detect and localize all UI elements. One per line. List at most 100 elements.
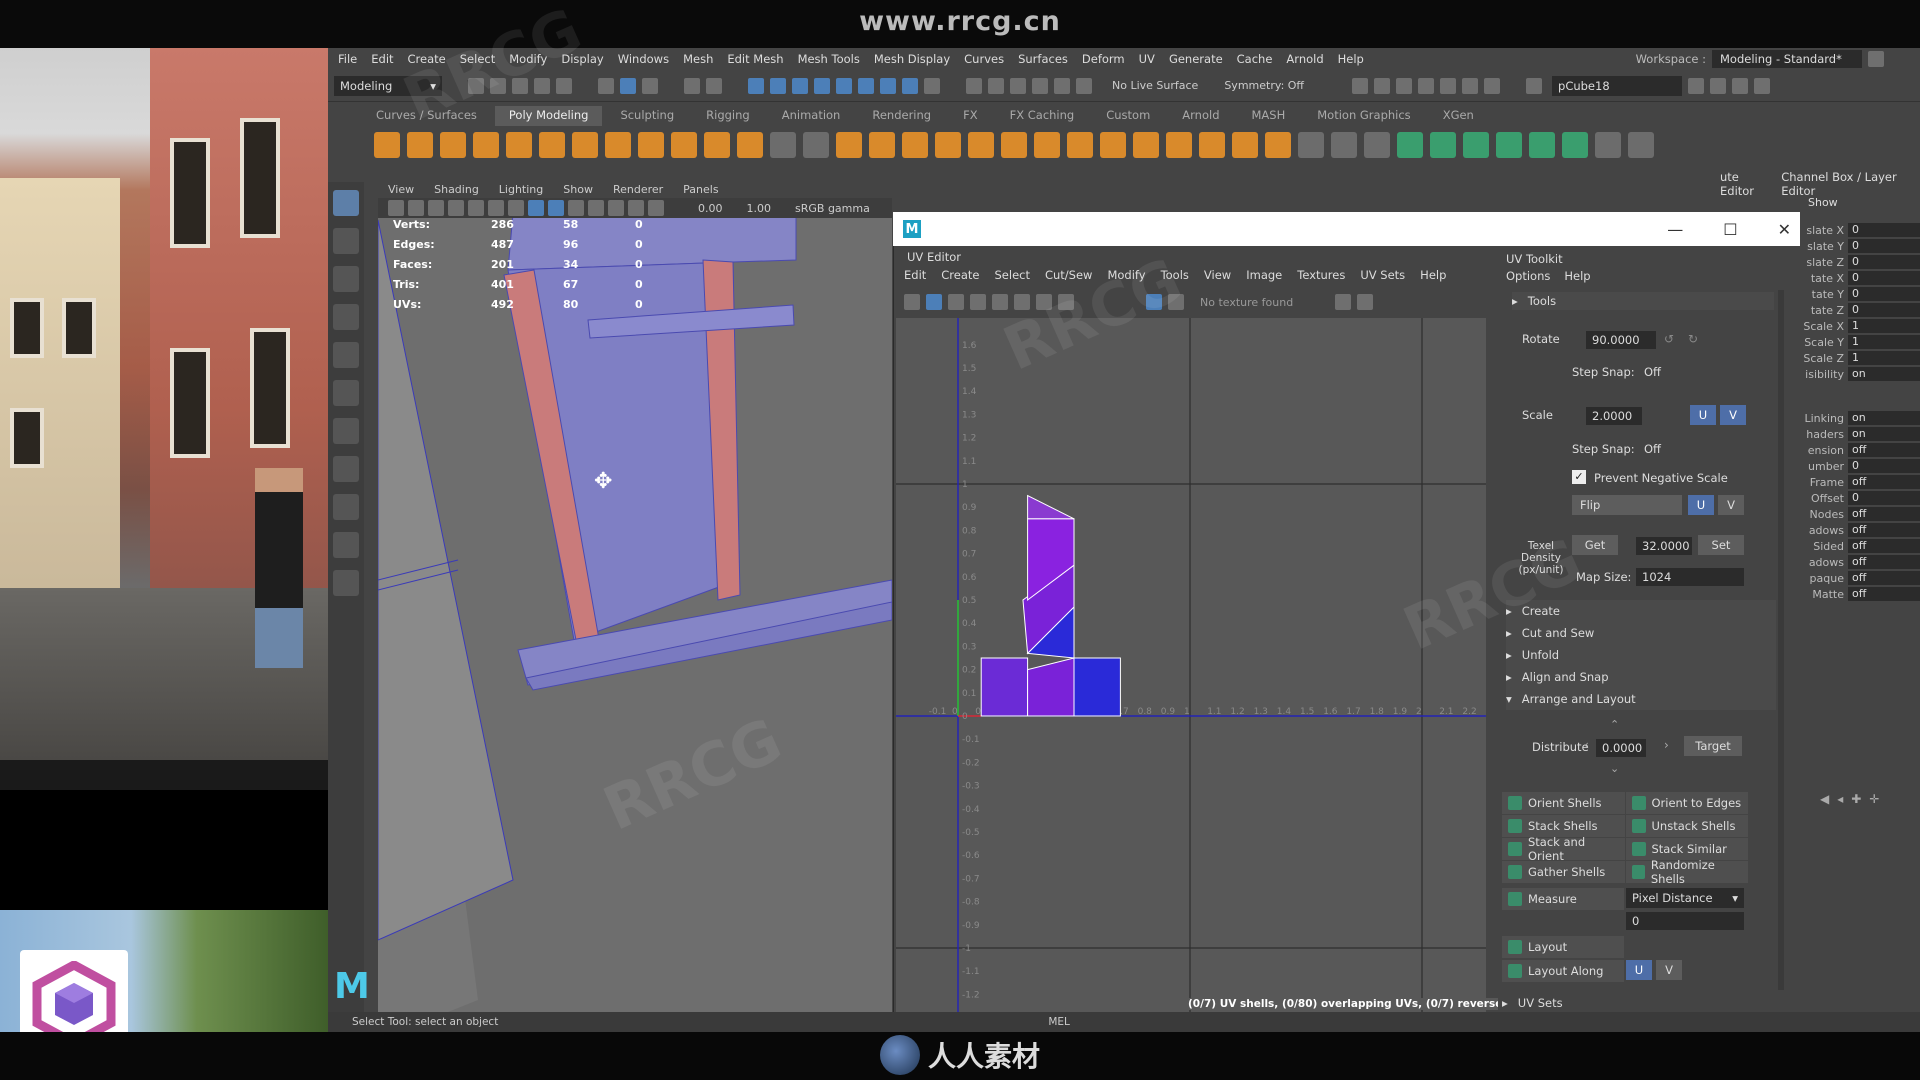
menu-generate[interactable]: Generate: [1169, 52, 1223, 66]
channel-value[interactable]: off: [1848, 587, 1920, 601]
uv-menu-help[interactable]: Help: [1420, 268, 1446, 282]
target-button[interactable]: Target: [1684, 736, 1742, 756]
channel-row[interactable]: Offset 0: [1800, 490, 1920, 506]
uv-menu-textures[interactable]: Textures: [1297, 268, 1345, 282]
uv-shell-1[interactable]: [980, 657, 1029, 717]
mode-dropdown[interactable]: Modeling ▾: [334, 75, 442, 96]
channel-row[interactable]: haders on: [1800, 426, 1920, 442]
render-view2-icon[interactable]: [1418, 77, 1435, 94]
step-snap-value[interactable]: Off: [1644, 365, 1661, 379]
channel-row[interactable]: adows off: [1800, 554, 1920, 570]
menu-windows[interactable]: Windows: [618, 52, 669, 66]
channel-value[interactable]: 0: [1848, 271, 1920, 285]
outliner-layout-icon[interactable]: [333, 570, 359, 596]
arrow-left-icon[interactable]: ‹: [1584, 738, 1589, 752]
menu-create[interactable]: Create: [408, 52, 446, 66]
flip-v-button[interactable]: V: [1718, 495, 1744, 515]
new-scene-icon[interactable]: [468, 77, 484, 94]
hypershade-icon[interactable]: [1054, 77, 1070, 94]
shelf-tool-22-icon[interactable]: [1067, 132, 1093, 158]
two-view-layout-icon[interactable]: [333, 532, 359, 558]
menu-file[interactable]: File: [338, 52, 357, 66]
shelf-tool-25-icon[interactable]: [1166, 132, 1192, 158]
shelf-tool-27-icon[interactable]: [1232, 132, 1258, 158]
viewport-menu-show[interactable]: Show: [563, 183, 593, 196]
select-object-icon[interactable]: [620, 77, 636, 94]
single-layout-icon[interactable]: [333, 456, 359, 482]
uv-move-icon[interactable]: [948, 294, 964, 310]
save-scene-icon[interactable]: [512, 77, 528, 94]
orient-shells-button[interactable]: Orient Shells: [1502, 792, 1625, 814]
snap-magnet-icon[interactable]: [902, 77, 918, 94]
layout-button[interactable]: Layout: [1502, 936, 1624, 958]
layout-along-u-button[interactable]: U: [1626, 960, 1652, 980]
lock-selection-icon[interactable]: [684, 77, 700, 94]
uv-menu-create[interactable]: Create: [941, 268, 979, 282]
flip-button[interactable]: Flip: [1572, 495, 1682, 515]
shelf-tool-3-icon[interactable]: [440, 132, 466, 158]
uv-menu-select[interactable]: Select: [995, 268, 1030, 282]
channel-value[interactable]: 0: [1848, 491, 1920, 505]
section-unfold[interactable]: ▸ Unfold: [1506, 644, 1776, 666]
shelf-tool-16-icon[interactable]: [869, 132, 895, 158]
uv-shell-3[interactable]: [1073, 657, 1121, 717]
arnold-icon[interactable]: [1462, 77, 1479, 94]
scale-tool-icon[interactable]: [333, 380, 359, 406]
shelf-tool-7-icon[interactable]: [572, 132, 598, 158]
shelf-tool-2-icon[interactable]: [407, 132, 433, 158]
channel-row[interactable]: paque off: [1800, 570, 1920, 586]
highlight-selection-icon[interactable]: [706, 77, 722, 94]
shelf-tool-12-icon[interactable]: [737, 132, 763, 158]
render-frame-icon[interactable]: [988, 77, 1004, 94]
channel-value[interactable]: on: [1848, 411, 1920, 425]
tools-section-header[interactable]: ▸ Tools: [1512, 292, 1774, 310]
ipr-icon[interactable]: [1010, 77, 1026, 94]
uv-grid-icon[interactable]: [970, 294, 986, 310]
mel-label[interactable]: MEL: [1048, 1016, 1070, 1028]
channel-value[interactable]: off: [1848, 523, 1920, 537]
channel-value[interactable]: 0: [1848, 239, 1920, 253]
snap-point-icon[interactable]: [792, 77, 808, 94]
uv-snapshot-icon[interactable]: [1058, 294, 1074, 310]
section-cut-and-sew[interactable]: ▸ Cut and Sew: [1506, 622, 1776, 644]
redo-icon[interactable]: [556, 77, 572, 94]
uv-menu-modify[interactable]: Modify: [1107, 268, 1145, 282]
shelf-tool-11-icon[interactable]: [704, 132, 730, 158]
channel-value[interactable]: 1: [1848, 319, 1920, 333]
channel-row[interactable]: Sided off: [1800, 538, 1920, 554]
shelf-tab-animation[interactable]: Animation: [768, 106, 855, 126]
rotate-field[interactable]: 90.0000: [1586, 331, 1656, 349]
section-arrange-and-layout[interactable]: ▾ Arrange and Layout: [1506, 688, 1776, 710]
select-hierarchy-icon[interactable]: [598, 77, 614, 94]
uv-menu-cut-sew[interactable]: Cut/Sew: [1045, 268, 1092, 282]
orient-to-edges-button[interactable]: Orient to Edges: [1625, 792, 1748, 814]
channel-row[interactable]: Scale Z 1: [1800, 350, 1920, 366]
scale-field[interactable]: 2.0000: [1586, 407, 1642, 425]
viewport-menu-shading[interactable]: Shading: [434, 183, 479, 196]
render-settings2-icon[interactable]: [1396, 77, 1413, 94]
channel-row[interactable]: Scale Y 1: [1800, 334, 1920, 350]
gather-shells-button[interactable]: Gather Shells: [1502, 861, 1625, 883]
uv-menu-image[interactable]: Image: [1246, 268, 1282, 282]
layer-add-icon[interactable]: ✛: [1869, 792, 1879, 806]
channel-value[interactable]: 1: [1848, 335, 1920, 349]
uv-menu-tools[interactable]: Tools: [1161, 268, 1189, 282]
layout-along-button[interactable]: Layout Along: [1502, 960, 1624, 982]
menu-cache[interactable]: Cache: [1237, 52, 1273, 66]
sidebar-toggle-icon[interactable]: [1526, 77, 1543, 94]
channel-row[interactable]: tate Y 0: [1800, 286, 1920, 302]
shelf-tool-34-icon[interactable]: [1463, 132, 1489, 158]
colorspace-dropdown[interactable]: sRGB gamma: [795, 202, 870, 215]
shelf-tool-37-icon[interactable]: [1562, 132, 1588, 158]
hypershade2-icon[interactable]: [1440, 77, 1457, 94]
section-create[interactable]: ▸ Create: [1506, 600, 1776, 622]
channel-row[interactable]: slate Y 0: [1800, 238, 1920, 254]
channel-value[interactable]: off: [1848, 539, 1920, 553]
shelf-tab-curves-surfaces[interactable]: Curves / Surfaces: [362, 106, 491, 126]
chevron-up-icon[interactable]: ⌃: [1610, 718, 1619, 731]
lock-icon[interactable]: [1868, 51, 1884, 67]
uv-select-icon[interactable]: [904, 294, 920, 310]
prevent-negative-scale-checkbox[interactable]: ✓: [1572, 470, 1586, 484]
gamma-icon[interactable]: [1357, 294, 1374, 310]
viewport-menu-panels[interactable]: Panels: [683, 183, 718, 196]
